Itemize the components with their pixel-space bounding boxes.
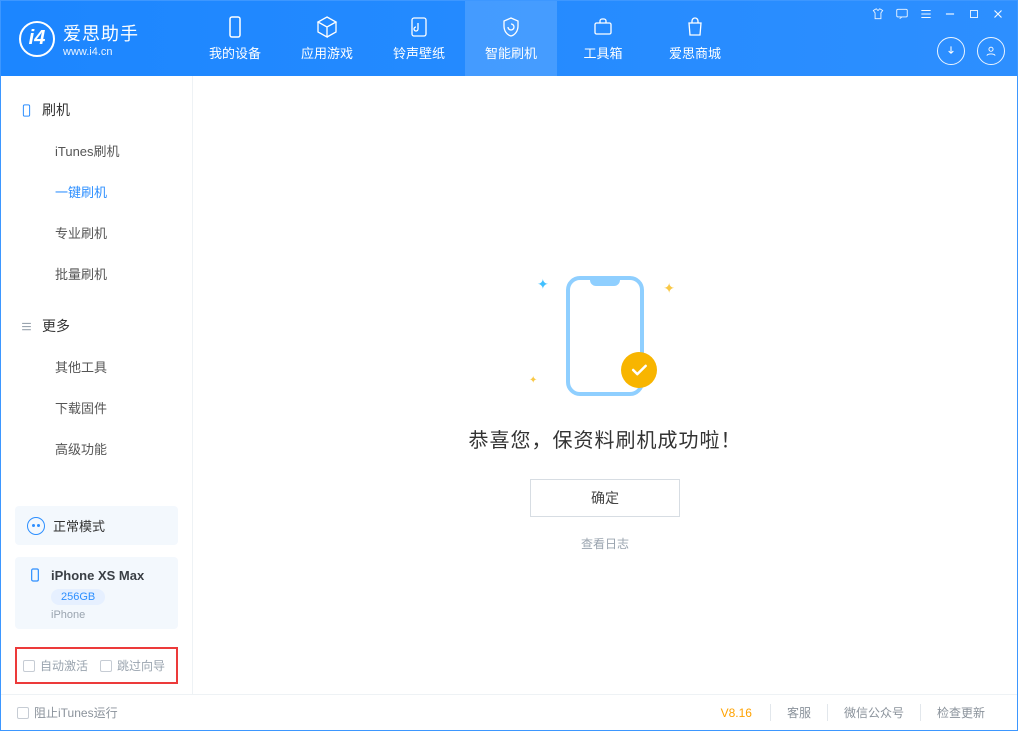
tab-ringtones[interactable]: 铃声壁纸	[373, 1, 465, 76]
checkbox-auto-activate[interactable]: 自动激活	[23, 657, 88, 674]
app-title-en: www.i4.cn	[63, 46, 139, 58]
logo-block: i4 爱思助手 www.i4.cn	[19, 20, 189, 58]
tab-label: 智能刷机	[485, 43, 537, 62]
sparkle-icon: ✦	[529, 375, 537, 386]
music-file-icon	[407, 15, 431, 39]
tab-label: 应用游戏	[301, 43, 353, 62]
user-icon[interactable]	[977, 37, 1005, 65]
bag-icon	[683, 15, 707, 39]
sidebar-item-one-key-flash[interactable]: 一键刷机	[1, 171, 192, 212]
tab-toolbox[interactable]: 工具箱	[557, 1, 649, 76]
shield-refresh-icon	[499, 15, 523, 39]
sidebar-group-flash: 刷机	[1, 90, 192, 130]
view-log-link[interactable]: 查看日志	[581, 535, 629, 552]
cube-icon	[315, 15, 339, 39]
version-label: V8.16	[721, 706, 752, 720]
checkbox-skip-guide[interactable]: 跳过向导	[100, 657, 165, 674]
main-panel: ✦ ✦ ✦ 恭喜您，保资料刷机成功啦！ 确定 查看日志	[193, 76, 1017, 694]
tab-label: 铃声壁纸	[393, 43, 445, 62]
group-label: 更多	[42, 316, 70, 336]
body: 刷机 iTunes刷机 一键刷机 专业刷机 批量刷机 更多 其他工具 下载固件 …	[1, 76, 1017, 694]
device-phone-icon	[27, 567, 43, 583]
app-header: i4 爱思助手 www.i4.cn 我的设备 应用游戏 铃声壁纸 智能刷机 工具…	[1, 1, 1017, 76]
close-icon[interactable]	[991, 7, 1005, 21]
tab-label: 爱思商城	[669, 43, 721, 62]
device-box[interactable]: iPhone XS Max 256GB iPhone	[15, 557, 178, 629]
device-type: iPhone	[51, 609, 166, 621]
footer-link-check-update[interactable]: 检查更新	[920, 704, 1001, 721]
checkbox-block-itunes[interactable]: 阻止iTunes运行	[17, 704, 118, 721]
options-row: 自动激活 跳过向导	[15, 647, 178, 684]
tab-store[interactable]: 爱思商城	[649, 1, 741, 76]
sparkle-icon: ✦	[537, 276, 549, 293]
ok-button[interactable]: 确定	[530, 479, 680, 517]
download-icon[interactable]	[937, 37, 965, 65]
logo-text: 爱思助手 www.i4.cn	[63, 20, 139, 58]
list-icon	[19, 319, 34, 334]
device-icon	[19, 103, 34, 118]
footer-link-wechat[interactable]: 微信公众号	[827, 704, 920, 721]
logo-icon: i4	[19, 21, 55, 57]
success-illustration: ✦ ✦ ✦	[545, 276, 665, 396]
toolbox-icon	[591, 15, 615, 39]
header-round-icons	[937, 37, 1005, 65]
sidebar-item-download-firmware[interactable]: 下载固件	[1, 387, 192, 428]
app-title-cn: 爱思助手	[63, 20, 139, 46]
sidebar-item-pro-flash[interactable]: 专业刷机	[1, 212, 192, 253]
sidebar-item-other-tools[interactable]: 其他工具	[1, 346, 192, 387]
sidebar-item-itunes-flash[interactable]: iTunes刷机	[1, 130, 192, 171]
group-label: 刷机	[42, 100, 70, 120]
nav-tabs: 我的设备 应用游戏 铃声壁纸 智能刷机 工具箱 爱思商城	[189, 1, 741, 76]
chk-label: 跳过向导	[117, 657, 165, 674]
maximize-icon[interactable]	[967, 7, 981, 21]
menu-icon[interactable]	[919, 7, 933, 21]
tab-apps[interactable]: 应用游戏	[281, 1, 373, 76]
window-buttons	[871, 7, 1005, 21]
tab-label: 工具箱	[583, 43, 622, 62]
chk-label: 自动激活	[40, 657, 88, 674]
tab-smart-flash[interactable]: 智能刷机	[465, 1, 557, 76]
success-message: 恭喜您，保资料刷机成功啦！	[469, 424, 742, 453]
check-badge-icon	[621, 352, 657, 388]
device-capacity-badge: 256GB	[51, 589, 105, 605]
sidebar-group-more: 更多	[1, 306, 192, 346]
chk-label: 阻止iTunes运行	[34, 704, 118, 721]
mode-label: 正常模式	[53, 516, 105, 535]
phone-icon	[223, 15, 247, 39]
shirt-icon[interactable]	[871, 7, 885, 21]
sidebar: 刷机 iTunes刷机 一键刷机 专业刷机 批量刷机 更多 其他工具 下载固件 …	[1, 76, 193, 694]
header-right	[871, 7, 1005, 65]
mode-box[interactable]: 正常模式	[15, 506, 178, 545]
mode-icon	[27, 517, 45, 535]
tab-my-device[interactable]: 我的设备	[189, 1, 281, 76]
sidebar-item-batch-flash[interactable]: 批量刷机	[1, 253, 192, 294]
tab-label: 我的设备	[209, 43, 261, 62]
footer: 阻止iTunes运行 V8.16 客服 微信公众号 检查更新	[1, 694, 1017, 730]
sparkle-icon: ✦	[663, 280, 675, 297]
minimize-icon[interactable]	[943, 7, 957, 21]
sidebar-item-advanced[interactable]: 高级功能	[1, 428, 192, 469]
device-name: iPhone XS Max	[51, 568, 144, 583]
feedback-icon[interactable]	[895, 7, 909, 21]
footer-link-support[interactable]: 客服	[770, 704, 827, 721]
